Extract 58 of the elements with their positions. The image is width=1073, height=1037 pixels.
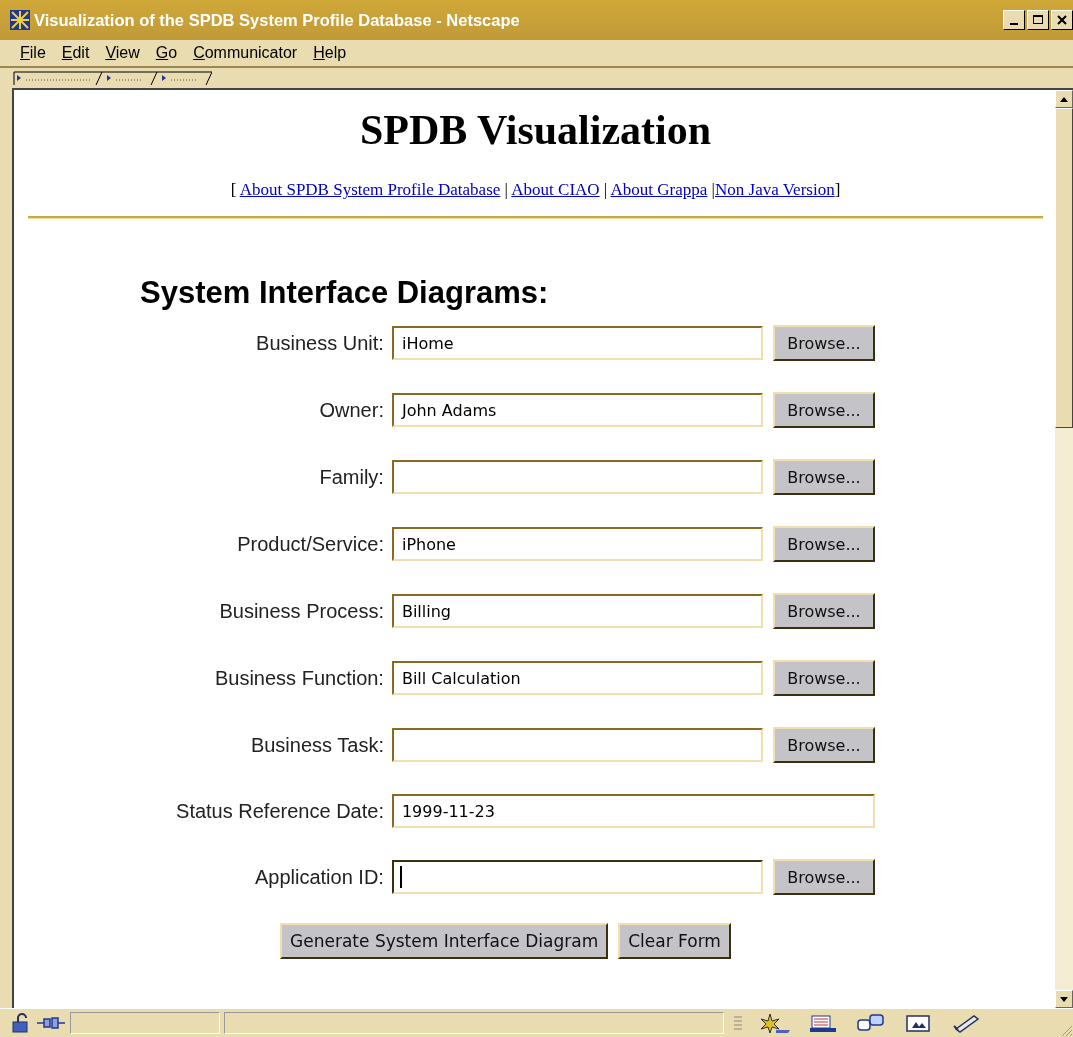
menu-item[interactable]: View (105, 44, 140, 62)
navigator-icon[interactable] (758, 1012, 792, 1034)
field-label: Owner: (319, 398, 384, 422)
menu-item[interactable]: Help (313, 44, 347, 62)
field-label: Product/Service: (237, 532, 384, 556)
browse-button[interactable]: Browse... (772, 727, 875, 763)
input-field[interactable]: 1999-11-23 (391, 794, 875, 828)
browse-button[interactable]: Browse... (772, 660, 875, 696)
resize-grip-icon[interactable] (1059, 1023, 1073, 1037)
toolbar-tabs-drawing[interactable] (12, 70, 212, 86)
page-heading: SPDB Visualization (359, 106, 712, 154)
scroll-down-icon[interactable] (1055, 990, 1073, 1008)
form-title: System Interface Diagrams: (140, 275, 549, 311)
close-icon (1057, 15, 1067, 25)
input-field[interactable]: Bill Calculation (391, 661, 763, 695)
input-field[interactable]: iPhone (391, 527, 763, 561)
browse-button[interactable]: Browse... (772, 459, 875, 495)
menu-item[interactable]: Edit (61, 44, 90, 62)
input-field[interactable] (391, 460, 763, 494)
link[interactable]: About Grappa (610, 180, 708, 199)
link-text: [ About SPDB System Profile Database | About CIAO | About Grappa |Non Java Version] (230, 180, 841, 200)
form-button[interactable]: Generate System Interface Diagram (280, 923, 609, 959)
window-title: Visualization of the SPDB System Profile Database - Netscape (34, 10, 520, 30)
field-label: Status Reference Date: (176, 799, 384, 823)
minimize-icon (1010, 23, 1018, 25)
browse-button[interactable]: Browse... (772, 325, 875, 361)
input-field[interactable]: John Adams (391, 393, 763, 427)
input-field[interactable]: iHome (391, 326, 763, 360)
maximize-button[interactable] (1027, 10, 1049, 30)
field-label: Application ID: (254, 865, 384, 889)
link[interactable]: Non Java Version (715, 180, 835, 199)
field-label: Business Task: (250, 733, 384, 757)
maximize-icon (1033, 15, 1043, 25)
browse-button[interactable]: Browse... (772, 593, 875, 629)
browse-button[interactable]: Browse... (772, 392, 875, 428)
scroll-thumb[interactable] (1055, 108, 1073, 428)
app-icon (10, 10, 30, 30)
input-field[interactable]: Billing (391, 594, 763, 628)
link[interactable]: About SPDB System Profile Database (239, 180, 501, 199)
menu-item[interactable]: File (20, 44, 46, 62)
form-button[interactable]: Clear Form (618, 923, 731, 959)
menu-item[interactable]: Go (155, 44, 178, 62)
close-button[interactable] (1051, 10, 1073, 30)
minimize-button[interactable] (1003, 10, 1025, 30)
field-label: Business Process: (219, 599, 384, 623)
browse-button[interactable]: Browse... (772, 526, 875, 562)
grip-icon[interactable] (732, 1013, 744, 1033)
scroll-up-icon[interactable] (1055, 90, 1073, 108)
input-field[interactable] (391, 728, 763, 762)
input-field[interactable] (391, 860, 763, 894)
field-label: Family: (319, 465, 384, 489)
text-cursor (399, 866, 402, 888)
link[interactable]: About CIAO (511, 180, 600, 199)
browse-button[interactable]: Browse... (772, 859, 875, 895)
field-label: Business Unit: (256, 331, 384, 355)
scrollbar[interactable] (1055, 90, 1073, 1008)
menu-item[interactable]: Communicator (193, 44, 298, 62)
field-label: Business Function: (214, 666, 384, 690)
